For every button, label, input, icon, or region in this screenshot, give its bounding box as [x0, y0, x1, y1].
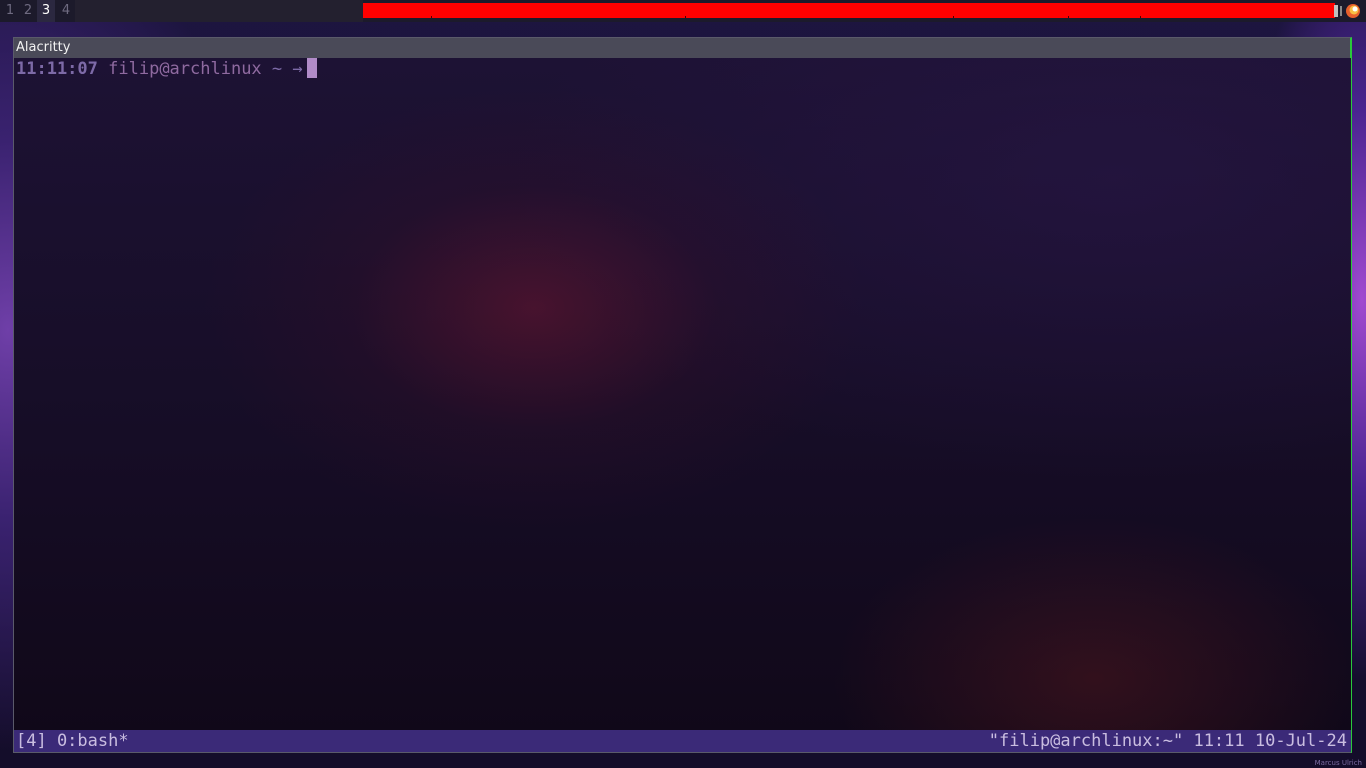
tmux-window-list[interactable]: [4] 0:bash* [16, 730, 129, 752]
indicator-tick [953, 16, 954, 18]
text-cursor [306, 58, 317, 78]
tmux-status-bar: [4] 0:bash* "filip@archlinux:~" 11:11 10… [14, 730, 1351, 752]
firefox-icon[interactable] [1345, 3, 1361, 19]
indicator-tick [1068, 16, 1069, 18]
terminal-area[interactable]: 11:11:07 filip@archlinux ~ → [4] 0:bash*… [14, 58, 1351, 752]
workspace-bar-spacer [75, 0, 363, 22]
tray-bar-icon [1340, 6, 1342, 16]
tray-bar-icon [1334, 5, 1338, 17]
alacritty-window[interactable]: Alacritty 11:11:07 filip@archlinux ~ → [… [13, 37, 1352, 753]
prompt-path-arrow: ~ → [261, 59, 303, 79]
tmux-status-right: "filip@archlinux:~" 11:11 10-Jul-24 [988, 731, 1347, 751]
top-bar: 1 2 3 4 [0, 0, 1366, 22]
workspace-2-button[interactable]: 2 [19, 0, 37, 22]
indicator-tick [431, 16, 432, 18]
window-titlebar[interactable]: Alacritty [14, 38, 1350, 58]
prompt-user: filip@archlinux [108, 59, 262, 79]
window-title-indicator[interactable] [363, 3, 1335, 18]
indicator-tick [685, 16, 686, 18]
workspace-4-button[interactable]: 4 [57, 0, 75, 22]
wallpaper-signature: Marcus Ulrich [1314, 759, 1362, 767]
prompt-time: 11:11:07 [16, 59, 98, 79]
window-title: Alacritty [16, 40, 71, 55]
workspace-3-button[interactable]: 3 [37, 0, 55, 22]
indicator-tick [1140, 16, 1141, 18]
shell-prompt: 11:11:07 filip@archlinux ~ → [16, 58, 317, 80]
workspace-1-button[interactable]: 1 [1, 0, 19, 22]
